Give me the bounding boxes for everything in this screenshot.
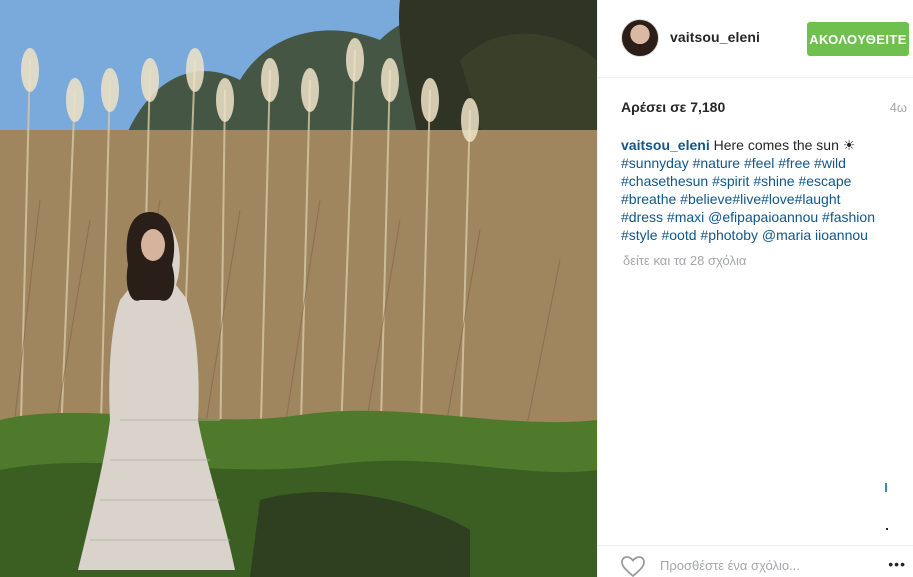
post-header: vaitsou_eleni ΑΚΟΛΟΥΘΕΙΤΕ [598,0,913,78]
hashtag[interactable]: #free [778,155,810,171]
avatar[interactable] [621,19,659,57]
user-mention[interactable]: @efipapaioannou [708,209,818,225]
comment-input[interactable] [660,554,860,576]
hashtag[interactable]: #shine [753,173,794,189]
view-all-comments-link[interactable]: δείτε και τα 28 σχόλια [623,253,746,268]
hashtag[interactable]: #wild [814,155,846,171]
hashtag[interactable]: #escape [798,173,851,189]
hashtag[interactable]: #sunnyday [621,155,689,171]
hashtag[interactable]: #nature [693,155,740,171]
heart-icon[interactable] [620,555,646,577]
post-time[interactable]: 4ω [890,100,907,115]
more-options-icon[interactable]: ••• [888,556,906,572]
hashtag[interactable]: #style [621,227,658,243]
post-side-panel: vaitsou_eleni ΑΚΟΛΟΥΘΕΙΤΕ Αρέσει σε 7,18… [597,0,913,577]
hashtag[interactable]: #fashion [822,209,875,225]
caption: vaitsou_eleni Here comes the sun ☀ #sunn… [621,136,901,244]
hashtag[interactable]: #spirit [712,173,749,189]
scroll-dot [886,528,888,530]
caption-word[interactable]: iioannou [815,227,868,243]
post-footer: ••• [598,545,913,577]
hashtag[interactable]: #ootd [661,227,696,243]
hashtag[interactable]: #feel [744,155,774,171]
likes-count[interactable]: Αρέσει σε 7,180 [621,99,725,115]
hashtag[interactable]: #believe#live#love#laught [680,191,840,207]
post-photo[interactable] [0,0,597,577]
caption-username[interactable]: vaitsou_eleni [621,137,710,153]
follow-button[interactable]: ΑΚΟΛΟΥΘΕΙΤΕ [807,22,909,56]
hashtag[interactable]: #maxi [667,209,704,225]
user-mention[interactable]: @maria [762,227,811,243]
hashtag[interactable]: #breathe [621,191,676,207]
scrollbar-indicator[interactable] [885,483,887,492]
hashtag[interactable]: #dress [621,209,663,225]
caption-text: Here comes the sun ☀ [713,137,856,153]
hashtag[interactable]: #chasethesun [621,173,708,189]
photo-illustration [0,0,597,577]
username-link[interactable]: vaitsou_eleni [670,29,760,45]
hashtag[interactable]: #photoby [700,227,758,243]
